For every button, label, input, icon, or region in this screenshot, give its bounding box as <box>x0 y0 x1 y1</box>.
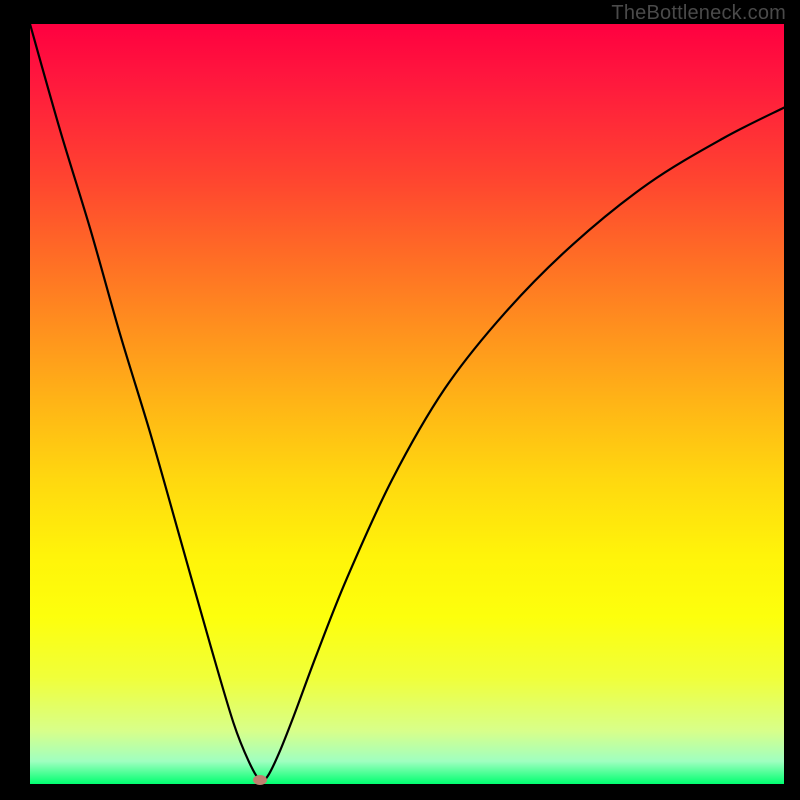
optimal-point-marker <box>253 775 267 785</box>
bottleneck-curve <box>30 24 784 781</box>
plot-area <box>30 24 784 784</box>
attribution-text: TheBottleneck.com <box>611 2 786 25</box>
curve-svg <box>30 24 784 784</box>
